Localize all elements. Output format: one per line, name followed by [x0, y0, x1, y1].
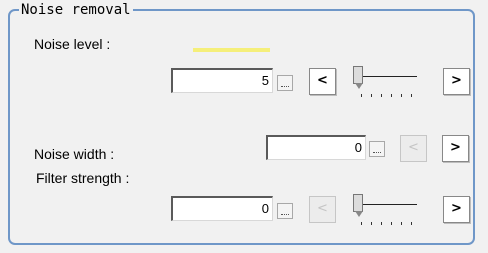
slider-tick	[391, 94, 392, 97]
filter-strength-slider[interactable]	[349, 194, 429, 228]
group-title: Noise removal	[19, 2, 133, 18]
slider-tick	[371, 222, 372, 225]
noise-level-increase-button[interactable]: >	[443, 68, 470, 95]
noise-level-label: Noise level :	[34, 36, 111, 52]
noise-level-indicator	[193, 48, 270, 52]
noise-width-more-button[interactable]	[369, 141, 385, 157]
slider-tick	[401, 94, 402, 97]
filter-strength-input[interactable]: 0	[171, 196, 273, 221]
slider-tick	[361, 222, 362, 225]
slider-tick	[391, 222, 392, 225]
noise-level-slider-thumb[interactable]	[353, 66, 363, 89]
slider-tick	[381, 222, 382, 225]
slider-tick	[381, 94, 382, 97]
filter-strength-slider-track	[357, 204, 417, 205]
noise-width-input[interactable]: 0	[266, 135, 366, 160]
filter-strength-slider-thumb[interactable]	[353, 194, 363, 217]
noise-level-input[interactable]: 5	[171, 68, 273, 93]
noise-width-decrease-button[interactable]: <	[400, 135, 427, 162]
filter-strength-label: Filter strength :	[36, 170, 130, 186]
slider-tick	[401, 222, 402, 225]
filter-strength-more-button[interactable]	[277, 203, 293, 219]
filter-strength-increase-button[interactable]: >	[443, 196, 470, 223]
noise-level-slider-track	[357, 76, 417, 77]
filter-strength-decrease-button[interactable]: <	[309, 196, 336, 223]
slider-tick	[361, 94, 362, 97]
slider-tick	[411, 222, 412, 225]
noise-level-decrease-button[interactable]: <	[309, 68, 336, 95]
slider-tick	[411, 94, 412, 97]
slider-tick	[371, 94, 372, 97]
noise-width-increase-button[interactable]: >	[442, 135, 469, 162]
noise-width-label: Noise width :	[34, 146, 115, 162]
noise-level-slider[interactable]	[349, 66, 429, 100]
noise-level-more-button[interactable]	[277, 75, 293, 91]
